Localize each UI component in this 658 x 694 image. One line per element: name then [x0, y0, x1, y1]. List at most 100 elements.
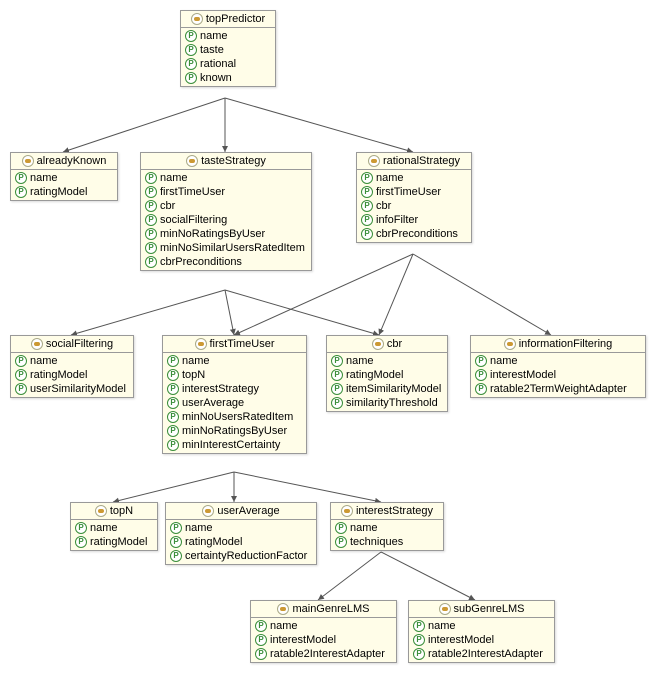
- prop-row: Pknown: [181, 71, 275, 85]
- node-title: cbr: [327, 336, 447, 353]
- property-icon: P: [75, 522, 87, 534]
- title-text: socialFiltering: [46, 338, 113, 350]
- prop-label: ratable2TermWeightAdapter: [490, 383, 627, 395]
- prop-label: ratingModel: [346, 369, 403, 381]
- prop-row: Pname: [11, 354, 133, 368]
- node-title: topN: [71, 503, 157, 520]
- prop-label: minInterestCertainty: [182, 439, 280, 451]
- prop-row: Pcbr: [141, 199, 311, 213]
- prop-row: Pname: [141, 171, 311, 185]
- prop-label: name: [200, 30, 228, 42]
- prop-label: interestStrategy: [182, 383, 259, 395]
- title-text: topN: [110, 505, 133, 517]
- prop-row: Pname: [331, 521, 443, 535]
- property-icon: P: [185, 30, 197, 42]
- prop-row: PminNoRatingsByUser: [141, 227, 311, 241]
- property-icon: P: [413, 634, 425, 646]
- node-body: Pname PratingModel: [11, 170, 117, 200]
- prop-row: Pname: [409, 619, 554, 633]
- prop-row: PsocialFiltering: [141, 213, 311, 227]
- prop-row: PratingModel: [71, 535, 157, 549]
- property-icon: P: [15, 186, 27, 198]
- prop-label: name: [428, 620, 456, 632]
- property-icon: P: [475, 383, 487, 395]
- prop-row: Pratable2InterestAdapter: [251, 647, 396, 661]
- object-icon: [186, 155, 198, 167]
- prop-label: cbrPreconditions: [160, 256, 242, 268]
- prop-label: cbrPreconditions: [376, 228, 458, 240]
- property-icon: P: [361, 200, 373, 212]
- property-icon: P: [255, 634, 267, 646]
- prop-row: PratingModel: [11, 368, 133, 382]
- node-body: Pname PinterestModel Pratable2InterestAd…: [251, 618, 396, 662]
- prop-label: interestModel: [490, 369, 556, 381]
- node-rationalStrategy: rationalStrategy Pname PfirstTimeUser Pc…: [356, 152, 472, 243]
- prop-row: PratingModel: [327, 368, 447, 382]
- object-icon: [341, 505, 353, 517]
- property-icon: P: [15, 355, 27, 367]
- prop-row: PcbrPreconditions: [357, 227, 471, 241]
- prop-label: ratable2InterestAdapter: [270, 648, 385, 660]
- node-body: Pname PfirstTimeUser Pcbr PsocialFilteri…: [141, 170, 311, 270]
- property-icon: P: [335, 536, 347, 548]
- prop-row: PinterestModel: [471, 368, 645, 382]
- property-icon: P: [145, 186, 157, 198]
- prop-label: techniques: [350, 536, 403, 548]
- prop-row: PinterestStrategy: [163, 382, 306, 396]
- prop-row: Pname: [357, 171, 471, 185]
- prop-row: Pname: [471, 354, 645, 368]
- prop-row: PminInterestCertainty: [163, 438, 306, 452]
- node-interestStrategy: interestStrategy Pname Ptechniques: [330, 502, 444, 551]
- prop-row: PuserAverage: [163, 396, 306, 410]
- prop-label: itemSimilarityModel: [346, 383, 441, 395]
- node-body: Pname PfirstTimeUser Pcbr PinfoFilter Pc…: [357, 170, 471, 242]
- property-icon: P: [331, 369, 343, 381]
- prop-label: topN: [182, 369, 205, 381]
- node-body: Pname PratingModel: [71, 520, 157, 550]
- property-icon: P: [170, 536, 182, 548]
- prop-row: PminNoUsersRatedItem: [163, 410, 306, 424]
- prop-label: interestModel: [428, 634, 494, 646]
- object-icon: [504, 338, 516, 350]
- prop-label: name: [182, 355, 210, 367]
- prop-row: Pname: [166, 521, 316, 535]
- prop-label: name: [350, 522, 378, 534]
- property-icon: P: [145, 172, 157, 184]
- prop-label: name: [90, 522, 118, 534]
- object-icon: [95, 505, 107, 517]
- node-title: informationFiltering: [471, 336, 645, 353]
- prop-label: minNoRatingsByUser: [160, 228, 265, 240]
- prop-row: PinfoFilter: [357, 213, 471, 227]
- prop-row: PcbrPreconditions: [141, 255, 311, 269]
- property-icon: P: [167, 355, 179, 367]
- node-body: Pname Ptechniques: [331, 520, 443, 550]
- prop-label: similarityThreshold: [346, 397, 438, 409]
- property-icon: P: [255, 620, 267, 632]
- prop-row: PfirstTimeUser: [357, 185, 471, 199]
- node-alreadyKnown: alreadyKnown Pname PratingModel: [10, 152, 118, 201]
- node-userAverage: userAverage Pname PratingModel Pcertaint…: [165, 502, 317, 565]
- prop-label: userSimilarityModel: [30, 383, 126, 395]
- property-icon: P: [185, 44, 197, 56]
- title-text: rationalStrategy: [383, 155, 460, 167]
- property-icon: P: [361, 214, 373, 226]
- title-text: alreadyKnown: [37, 155, 107, 167]
- prop-row: PuserSimilarityModel: [11, 382, 133, 396]
- node-cbr: cbr Pname PratingModel PitemSimilarityMo…: [326, 335, 448, 412]
- title-text: userAverage: [217, 505, 279, 517]
- object-icon: [191, 13, 203, 25]
- prop-label: name: [30, 172, 58, 184]
- node-title: socialFiltering: [11, 336, 133, 353]
- property-icon: P: [331, 397, 343, 409]
- prop-label: ratingModel: [185, 536, 242, 548]
- node-body: Pname PratingModel PcertaintyReductionFa…: [166, 520, 316, 564]
- property-icon: P: [170, 522, 182, 534]
- prop-label: known: [200, 72, 232, 84]
- prop-row: PcertaintyReductionFactor: [166, 549, 316, 563]
- node-firstTimeUser: firstTimeUser Pname PtopN PinterestStrat…: [162, 335, 307, 454]
- property-icon: P: [167, 369, 179, 381]
- prop-row: PinterestModel: [409, 633, 554, 647]
- node-body: Pname PtopN PinterestStrategy PuserAvera…: [163, 353, 306, 453]
- property-icon: P: [15, 172, 27, 184]
- node-title: interestStrategy: [331, 503, 443, 520]
